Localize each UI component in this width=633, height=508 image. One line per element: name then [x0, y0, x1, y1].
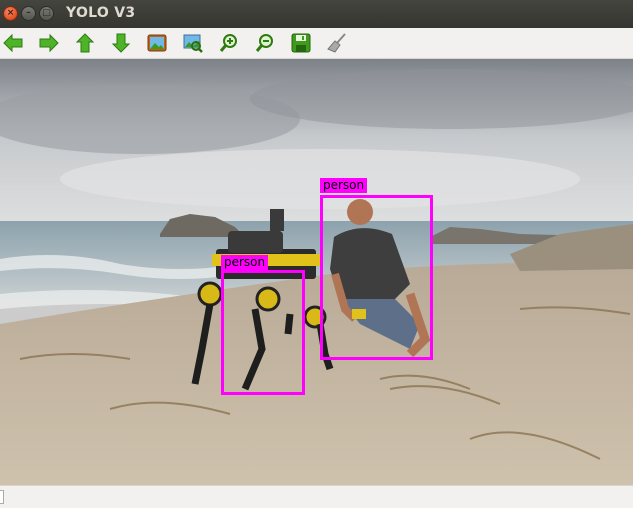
toolbar — [0, 28, 633, 59]
close-icon: × — [6, 8, 15, 18]
close-window-button[interactable]: × — [3, 6, 18, 21]
window-title: YOLO V3 — [66, 5, 136, 21]
up-button[interactable] — [72, 30, 98, 56]
minimize-window-button[interactable]: – — [21, 6, 36, 21]
image-viewer[interactable]: person person — [0, 59, 633, 485]
maximize-window-button[interactable]: □ — [39, 6, 54, 21]
open-image-button[interactable] — [144, 30, 170, 56]
arrow-down-icon — [111, 33, 131, 53]
image-icon — [147, 34, 167, 52]
status-bar — [0, 485, 633, 508]
zoom-out-icon — [255, 34, 273, 52]
zoom-in-icon — [219, 34, 237, 52]
back-button[interactable] — [0, 30, 26, 56]
clear-button[interactable] — [324, 30, 350, 56]
arrow-up-icon — [75, 33, 95, 53]
save-icon — [291, 33, 311, 53]
detection-label: person — [320, 178, 368, 193]
broom-icon — [327, 33, 346, 53]
zoom-out-button[interactable] — [252, 30, 278, 56]
status-field — [0, 490, 4, 504]
save-button[interactable] — [288, 30, 314, 56]
forward-button[interactable] — [36, 30, 62, 56]
minimize-icon: – — [26, 8, 31, 18]
arrow-right-icon — [39, 33, 59, 53]
zoom-fit-icon — [183, 34, 203, 53]
zoom-in-button[interactable] — [216, 30, 242, 56]
arrow-left-icon — [3, 33, 23, 53]
fit-image-button[interactable] — [180, 30, 206, 56]
beach-photo — [0, 59, 633, 485]
detection-box — [221, 270, 305, 395]
maximize-icon: □ — [42, 8, 51, 18]
title-bar: × – □ YOLO V3 — [0, 0, 633, 28]
down-button[interactable] — [108, 30, 134, 56]
detection-label: person — [221, 255, 269, 270]
detection-box — [320, 195, 433, 360]
